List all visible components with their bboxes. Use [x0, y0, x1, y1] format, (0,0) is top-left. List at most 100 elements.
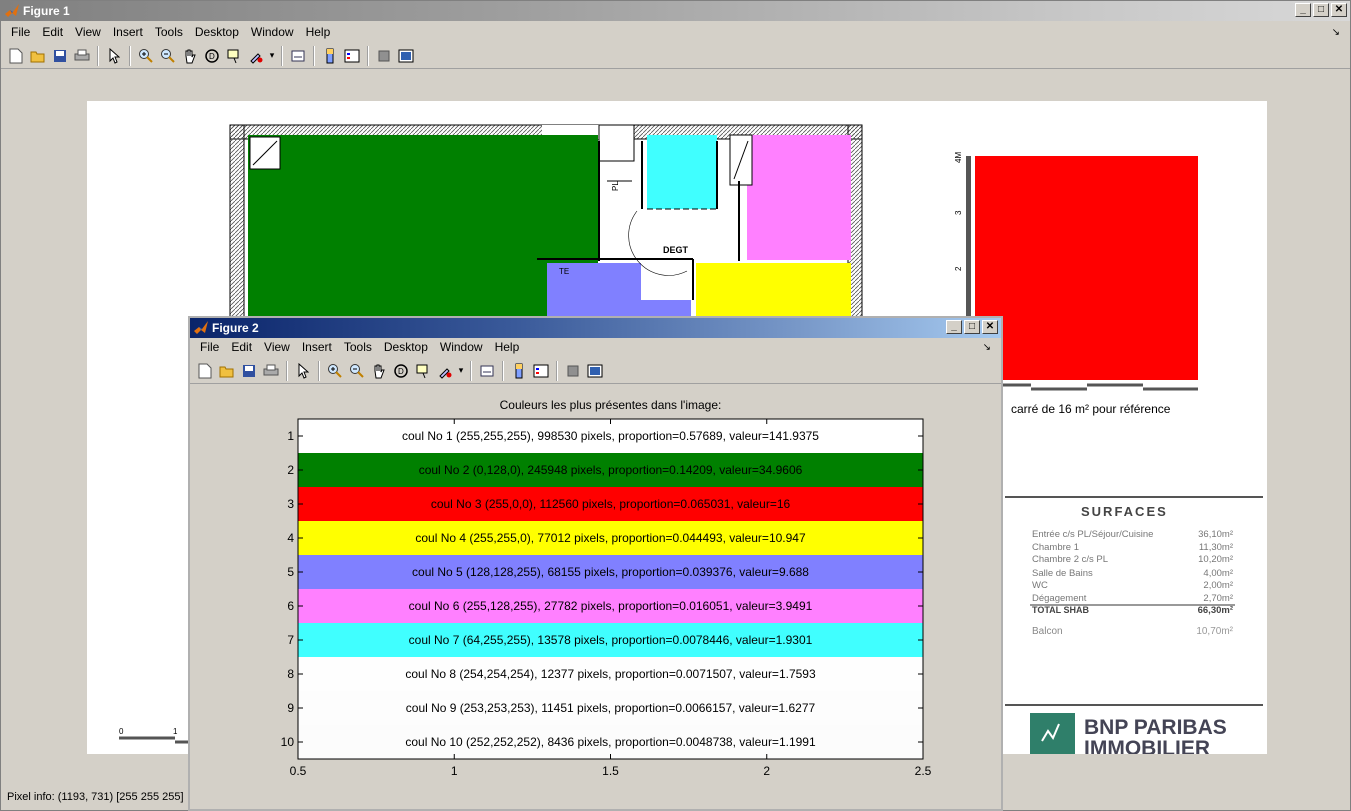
- pan-button[interactable]: [179, 45, 201, 67]
- print-icon: [74, 49, 90, 60]
- ruler-tick-4m: 4M: [954, 152, 963, 163]
- room-label-te: TE: [559, 267, 569, 276]
- menu-window[interactable]: Window: [245, 23, 300, 41]
- print-button[interactable]: [71, 45, 93, 67]
- zoom-out-button[interactable]: [346, 360, 368, 382]
- edit-plot-button[interactable]: [103, 45, 125, 67]
- rotate-3d-icon: D: [205, 48, 219, 63]
- bar-label: coul No 9 (253,253,253), 11451 pixels, p…: [406, 701, 816, 715]
- insert-colorbar-button[interactable]: [319, 45, 341, 67]
- toolbar-separator: [286, 360, 288, 381]
- save-icon: [243, 364, 255, 377]
- zoom-out-button[interactable]: [157, 45, 179, 67]
- menu-desktop[interactable]: Desktop: [189, 23, 245, 41]
- surfaces-title: SURFACES: [1081, 504, 1168, 519]
- menu-tools[interactable]: Tools: [338, 338, 378, 356]
- legend-icon: [344, 49, 360, 62]
- brush-button[interactable]: [434, 360, 456, 382]
- menu-desktop[interactable]: Desktop: [378, 338, 434, 356]
- open-file-button[interactable]: [27, 45, 49, 67]
- balcon-value: 10,70m²: [1196, 626, 1233, 637]
- menu-edit[interactable]: Edit: [225, 338, 258, 356]
- close-button[interactable]: ✕: [1331, 3, 1347, 17]
- total-value: 66,30m²: [1198, 605, 1233, 616]
- menu-insert[interactable]: Insert: [296, 338, 338, 356]
- bar-label: coul No 4 (255,255,0), 77012 pixels, pro…: [415, 531, 806, 545]
- menu-view[interactable]: View: [258, 338, 296, 356]
- brush-button[interactable]: [245, 45, 267, 67]
- caret-down-icon: ▾: [458, 365, 464, 375]
- menu-edit[interactable]: Edit: [36, 23, 69, 41]
- data-cursor-icon: [416, 364, 428, 378]
- hide-plot-tools-button[interactable]: [373, 45, 395, 67]
- close-button[interactable]: ✕: [982, 320, 998, 334]
- figure1-toolbar: D ▾: [1, 43, 1350, 69]
- menu-tools[interactable]: Tools: [149, 23, 189, 41]
- brush-dropdown-button[interactable]: ▾: [456, 360, 466, 382]
- zoom-out-icon: [161, 48, 175, 63]
- surface-label: Chambre 1: [1032, 542, 1079, 553]
- menu-window[interactable]: Window: [434, 338, 489, 356]
- brush-icon: [250, 52, 263, 64]
- matlab-logo-icon: [5, 4, 19, 17]
- data-cursor-button[interactable]: [223, 45, 245, 67]
- insert-legend-button[interactable]: [341, 45, 363, 67]
- menu-help[interactable]: Help: [489, 338, 526, 356]
- x-tick-label: 1: [451, 764, 458, 778]
- link-plot-button[interactable]: [287, 45, 309, 67]
- link-plot-icon: [480, 365, 494, 376]
- toolbar-separator: [470, 360, 472, 381]
- insert-colorbar-button[interactable]: [508, 360, 530, 382]
- show-plot-tools-button[interactable]: [584, 360, 606, 382]
- new-figure-button[interactable]: [5, 45, 27, 67]
- zoom-in-button[interactable]: [135, 45, 157, 67]
- zoom-in-icon: [139, 48, 153, 63]
- save-button[interactable]: [49, 45, 71, 67]
- zoom-in-button[interactable]: [324, 360, 346, 382]
- link-plot-button[interactable]: [476, 360, 498, 382]
- hand-pan-icon: [185, 49, 196, 63]
- balcon-label: Balcon: [1032, 626, 1063, 637]
- pointer-arrow-icon: [298, 362, 309, 379]
- pointer-arrow-icon: [109, 47, 120, 64]
- bar-label: coul No 3 (255,0,0), 112560 pixels, prop…: [431, 497, 791, 511]
- print-button[interactable]: [260, 360, 282, 382]
- dock-arrow-icon[interactable]: ↘: [983, 342, 991, 353]
- surface-label: Chambre 2 c/s PL: [1032, 554, 1108, 565]
- scale-tick-1: 1: [173, 727, 178, 736]
- rotate-3d-button[interactable]: D: [390, 360, 412, 382]
- pan-button[interactable]: [368, 360, 390, 382]
- hide-tools-icon: [567, 365, 579, 376]
- scale-tick-0: 0: [119, 727, 124, 736]
- data-cursor-button[interactable]: [412, 360, 434, 382]
- link-plot-icon: [291, 50, 305, 61]
- save-button[interactable]: [238, 360, 260, 382]
- new-figure-button[interactable]: [194, 360, 216, 382]
- edit-plot-button[interactable]: [292, 360, 314, 382]
- toolbar-separator: [97, 45, 99, 66]
- logo-text-1: BNP PARIBAS: [1084, 716, 1227, 739]
- minimize-button[interactable]: _: [946, 320, 962, 334]
- dock-arrow-icon[interactable]: ↘: [1332, 27, 1340, 38]
- show-plot-tools-button[interactable]: [395, 45, 417, 67]
- bar-label: coul No 2 (0,128,0), 245948 pixels, prop…: [419, 463, 803, 477]
- brush-dropdown-button[interactable]: ▾: [267, 45, 277, 67]
- zoom-out-icon: [350, 363, 364, 378]
- open-file-button[interactable]: [216, 360, 238, 382]
- rotate-3d-button[interactable]: D: [201, 45, 223, 67]
- menu-file[interactable]: File: [5, 23, 36, 41]
- maximize-button[interactable]: □: [1313, 3, 1329, 17]
- minimize-button[interactable]: _: [1295, 3, 1311, 17]
- insert-legend-button[interactable]: [530, 360, 552, 382]
- figure1-titlebar[interactable]: Figure 1 _ □ ✕: [1, 1, 1350, 21]
- menu-view[interactable]: View: [69, 23, 107, 41]
- menu-help[interactable]: Help: [300, 23, 337, 41]
- data-cursor-icon: [227, 49, 239, 63]
- menu-insert[interactable]: Insert: [107, 23, 149, 41]
- figure2-title: Figure 2: [212, 321, 259, 335]
- menu-file[interactable]: File: [194, 338, 225, 356]
- maximize-button[interactable]: □: [964, 320, 980, 334]
- hide-plot-tools-button[interactable]: [562, 360, 584, 382]
- surface-value: 11,30m²: [1199, 542, 1233, 553]
- figure2-titlebar[interactable]: Figure 2 _ □ ✕: [190, 318, 1001, 338]
